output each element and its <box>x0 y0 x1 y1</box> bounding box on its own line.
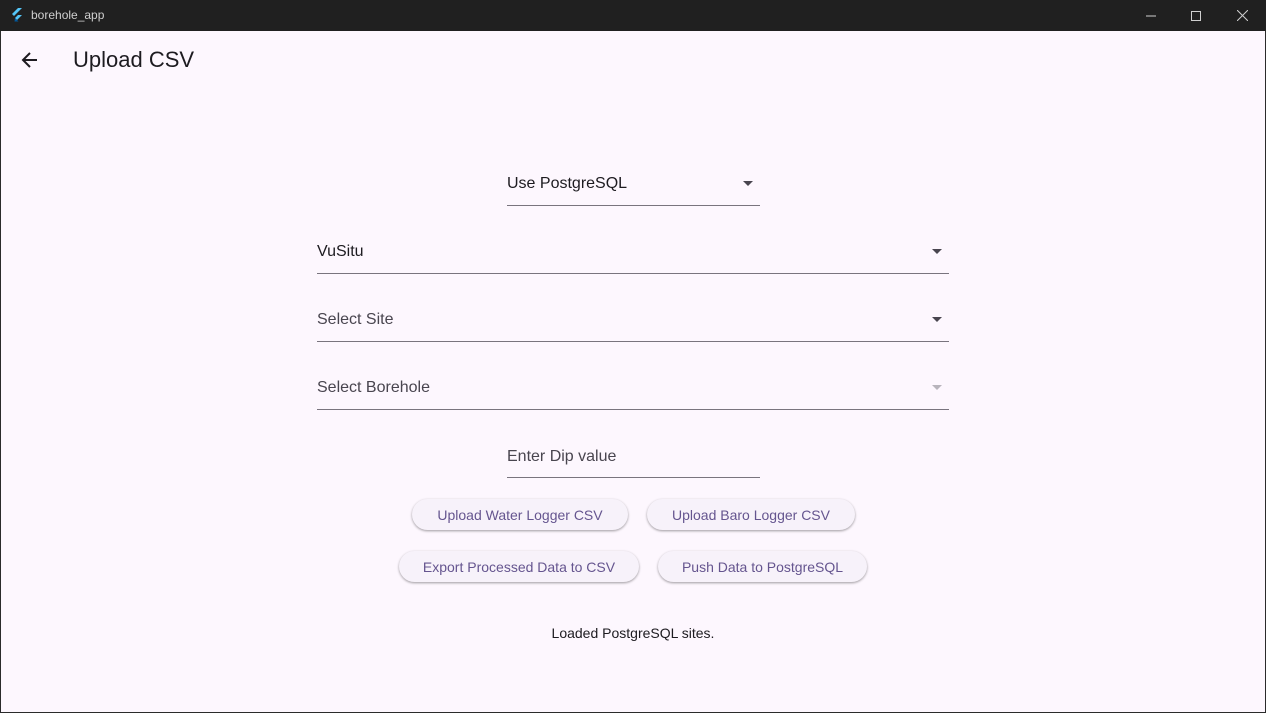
maximize-button[interactable] <box>1173 0 1219 31</box>
push-postgresql-button[interactable]: Push Data to PostgreSQL <box>658 551 867 582</box>
page-title: Upload CSV <box>73 47 195 72</box>
site-dropdown[interactable]: Select Site <box>317 302 949 342</box>
dip-value-field <box>507 438 760 478</box>
upload-water-logger-button[interactable]: Upload Water Logger CSV <box>412 499 628 530</box>
back-button[interactable] <box>17 47 43 73</box>
status-message: Loaded PostgreSQL sites. <box>551 625 715 641</box>
dropdown-arrow-icon <box>932 385 942 390</box>
database-dropdown-value: Use PostgreSQL <box>507 175 628 192</box>
arrow-left-icon <box>21 52 37 68</box>
site-dropdown-placeholder: Select Site <box>317 311 394 328</box>
borehole-dropdown-placeholder: Select Borehole <box>317 379 430 396</box>
close-icon <box>1236 10 1248 21</box>
flutter-logo-icon <box>9 7 25 23</box>
organisation-dropdown-value: VuSitu <box>317 243 364 260</box>
window-title: borehole_app <box>31 8 105 22</box>
dip-value-input[interactable] <box>507 444 760 470</box>
export-csv-button[interactable]: Export Processed Data to CSV <box>399 551 639 582</box>
close-button[interactable] <box>1219 0 1265 31</box>
dropdown-arrow-icon <box>932 249 942 254</box>
upload-baro-logger-button[interactable]: Upload Baro Logger CSV <box>647 499 855 530</box>
dropdown-arrow-icon <box>932 317 942 322</box>
organisation-dropdown[interactable]: VuSitu <box>317 234 949 274</box>
minimize-button[interactable] <box>1128 0 1174 31</box>
maximize-icon <box>1191 10 1201 21</box>
app-window: Upload CSV Use PostgreSQL VuSitu Select … <box>1 31 1265 712</box>
minimize-icon <box>1146 15 1156 16</box>
window-titlebar: borehole_app <box>0 0 1266 31</box>
borehole-dropdown[interactable]: Select Borehole <box>317 370 949 410</box>
database-dropdown[interactable]: Use PostgreSQL <box>507 166 760 206</box>
dropdown-arrow-icon <box>743 181 753 186</box>
